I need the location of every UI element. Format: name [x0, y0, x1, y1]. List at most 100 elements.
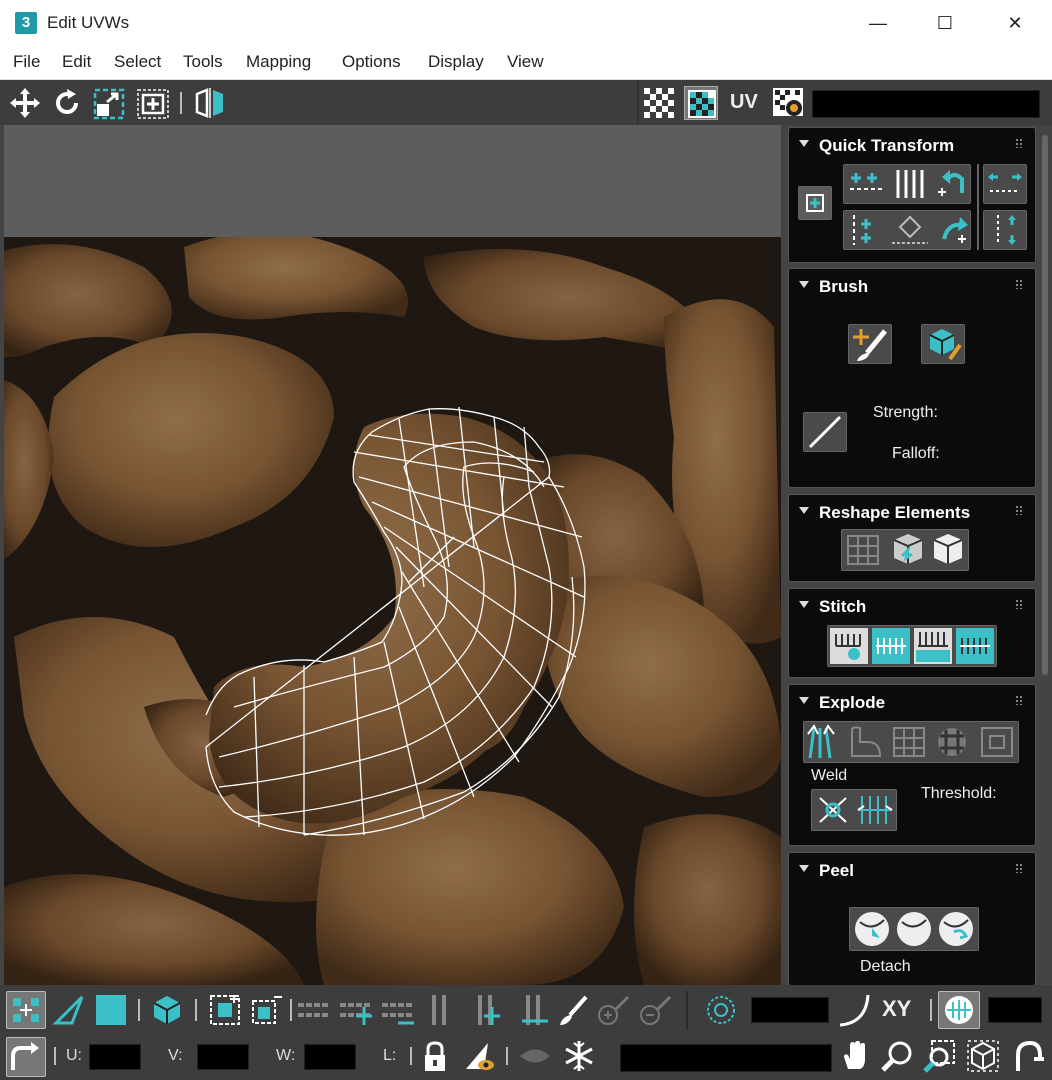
- peel-buttons[interactable]: [849, 907, 979, 951]
- quick-transform-title[interactable]: Quick Transform: [819, 136, 954, 156]
- grip-icon[interactable]: [1015, 695, 1023, 705]
- collapse-arrow-icon[interactable]: [799, 697, 809, 704]
- paint-select-icon[interactable]: [556, 993, 590, 1027]
- brush-title[interactable]: Brush: [819, 277, 868, 297]
- collapse-arrow-icon[interactable]: [799, 865, 809, 872]
- rotate-icon[interactable]: [50, 86, 84, 120]
- align-row-bottom[interactable]: [843, 210, 971, 250]
- edge-select-icon[interactable]: [52, 993, 86, 1027]
- zoom-extents-icon[interactable]: [966, 1039, 1000, 1073]
- vertex-select-icon[interactable]: [6, 991, 46, 1029]
- grip-icon[interactable]: [1015, 599, 1023, 609]
- shrink-selection-icon[interactable]: [250, 993, 284, 1027]
- space-vertical-button[interactable]: [983, 210, 1027, 250]
- weld-buttons[interactable]: [811, 789, 897, 831]
- paint-move-brush-button[interactable]: [848, 324, 892, 364]
- menu-bar: File Edit Select Tools Mapping Options D…: [0, 46, 1052, 80]
- reshape-elements-buttons[interactable]: [841, 529, 969, 571]
- paint-select-grow-icon[interactable]: [596, 993, 630, 1027]
- menu-edit[interactable]: Edit: [62, 52, 91, 72]
- collapse-arrow-icon[interactable]: [799, 601, 809, 608]
- show-map-icon[interactable]: [684, 86, 718, 120]
- zoom-region-icon[interactable]: [922, 1039, 956, 1073]
- limit-soft-selection-icon[interactable]: [938, 991, 980, 1029]
- app-icon: 3: [15, 12, 37, 34]
- menu-display[interactable]: Display: [428, 52, 484, 72]
- align-row-top[interactable]: [843, 164, 971, 204]
- grip-icon[interactable]: [1015, 505, 1023, 515]
- menu-options[interactable]: Options: [342, 52, 401, 72]
- quick-transform-rollout: Quick Transform: [788, 127, 1036, 263]
- loop-grow-plus-icon[interactable]: [338, 993, 372, 1027]
- stitch-rollout: Stitch: [788, 588, 1036, 678]
- paint-select-shrink-icon[interactable]: [638, 993, 672, 1027]
- loop-grow-icon[interactable]: [296, 993, 330, 1027]
- move-icon[interactable]: [8, 86, 42, 120]
- grip-icon[interactable]: [1015, 279, 1023, 289]
- panel-scrollbar[interactable]: [1042, 135, 1048, 675]
- freeform-icon[interactable]: [136, 86, 170, 120]
- menu-mapping[interactable]: Mapping: [246, 52, 311, 72]
- uv-axis-label[interactable]: UV: [730, 91, 758, 114]
- mirror-icon[interactable]: [193, 86, 227, 120]
- u-value-field[interactable]: [89, 1044, 141, 1070]
- stitch-buttons[interactable]: [827, 625, 997, 667]
- ring-grow-icon[interactable]: [470, 993, 504, 1027]
- uv-viewport[interactable]: [4, 125, 781, 985]
- limit-edges-field[interactable]: [988, 997, 1042, 1023]
- zoom-icon[interactable]: [880, 1039, 914, 1073]
- collapse-arrow-icon[interactable]: [799, 507, 809, 514]
- falloff-space-label[interactable]: XY: [882, 996, 911, 1022]
- quick-transform-add-button[interactable]: [798, 186, 832, 220]
- falloff-distance-field[interactable]: [751, 997, 829, 1023]
- selection-set-dropdown[interactable]: [620, 1044, 832, 1072]
- relax-brush-button[interactable]: [921, 324, 965, 364]
- menu-file[interactable]: File: [13, 52, 40, 72]
- w-value-field[interactable]: [304, 1044, 356, 1070]
- pan-icon[interactable]: [838, 1039, 872, 1073]
- settings-icon[interactable]: [771, 86, 805, 120]
- stitch-title[interactable]: Stitch: [819, 597, 866, 617]
- snap-icon[interactable]: [1010, 1039, 1044, 1073]
- collapse-arrow-icon[interactable]: [799, 281, 809, 288]
- map-dropdown[interactable]: [812, 90, 1040, 118]
- space-horizontal-button[interactable]: [983, 164, 1027, 204]
- explode-title[interactable]: Explode: [819, 693, 885, 713]
- polygon-select-icon[interactable]: [94, 993, 128, 1027]
- close-button[interactable]: ✕: [992, 8, 1038, 38]
- reshape-elements-rollout: Reshape Elements: [788, 494, 1036, 582]
- window-title: Edit UVWs: [47, 13, 130, 32]
- top-toolbar: UV: [0, 80, 1052, 125]
- peel-title[interactable]: Peel: [819, 861, 854, 881]
- lock-icon[interactable]: [418, 1039, 452, 1073]
- collapse-arrow-icon[interactable]: [799, 140, 809, 147]
- menu-view[interactable]: View: [507, 52, 544, 72]
- grip-icon[interactable]: [1015, 138, 1023, 148]
- bottom-toolbar-status: U: V: W: L:: [0, 1035, 1052, 1080]
- eye-icon[interactable]: [518, 1039, 552, 1073]
- element-select-icon[interactable]: [150, 993, 184, 1027]
- scale-icon[interactable]: [93, 86, 127, 120]
- freeze-icon[interactable]: [562, 1039, 596, 1073]
- minimize-button[interactable]: —: [855, 8, 901, 38]
- falloff-label: Falloff:: [892, 445, 940, 462]
- hide-icon[interactable]: [462, 1039, 496, 1073]
- loop-shrink-icon[interactable]: [380, 993, 414, 1027]
- bottom-toolbar-selection: XY: [0, 985, 1052, 1035]
- menu-tools[interactable]: Tools: [183, 52, 223, 72]
- explode-buttons[interactable]: [803, 721, 1019, 763]
- brush-falloff-button[interactable]: [803, 412, 847, 452]
- grow-selection-icon[interactable]: [208, 993, 242, 1027]
- soft-selection-icon[interactable]: [704, 993, 738, 1027]
- ring-shrink-icon[interactable]: [518, 993, 552, 1027]
- absolute-offset-toggle-icon[interactable]: [6, 1037, 46, 1077]
- menu-select[interactable]: Select: [114, 52, 161, 72]
- maximize-button[interactable]: ☐: [922, 8, 968, 38]
- ring-select-icon[interactable]: [424, 993, 458, 1027]
- reshape-elements-title[interactable]: Reshape Elements: [819, 503, 970, 523]
- grip-icon[interactable]: [1015, 863, 1023, 873]
- v-label: V:: [168, 1047, 183, 1064]
- falloff-type-icon[interactable]: [838, 993, 872, 1027]
- checker-pattern-icon[interactable]: [642, 86, 676, 120]
- v-value-field[interactable]: [197, 1044, 249, 1070]
